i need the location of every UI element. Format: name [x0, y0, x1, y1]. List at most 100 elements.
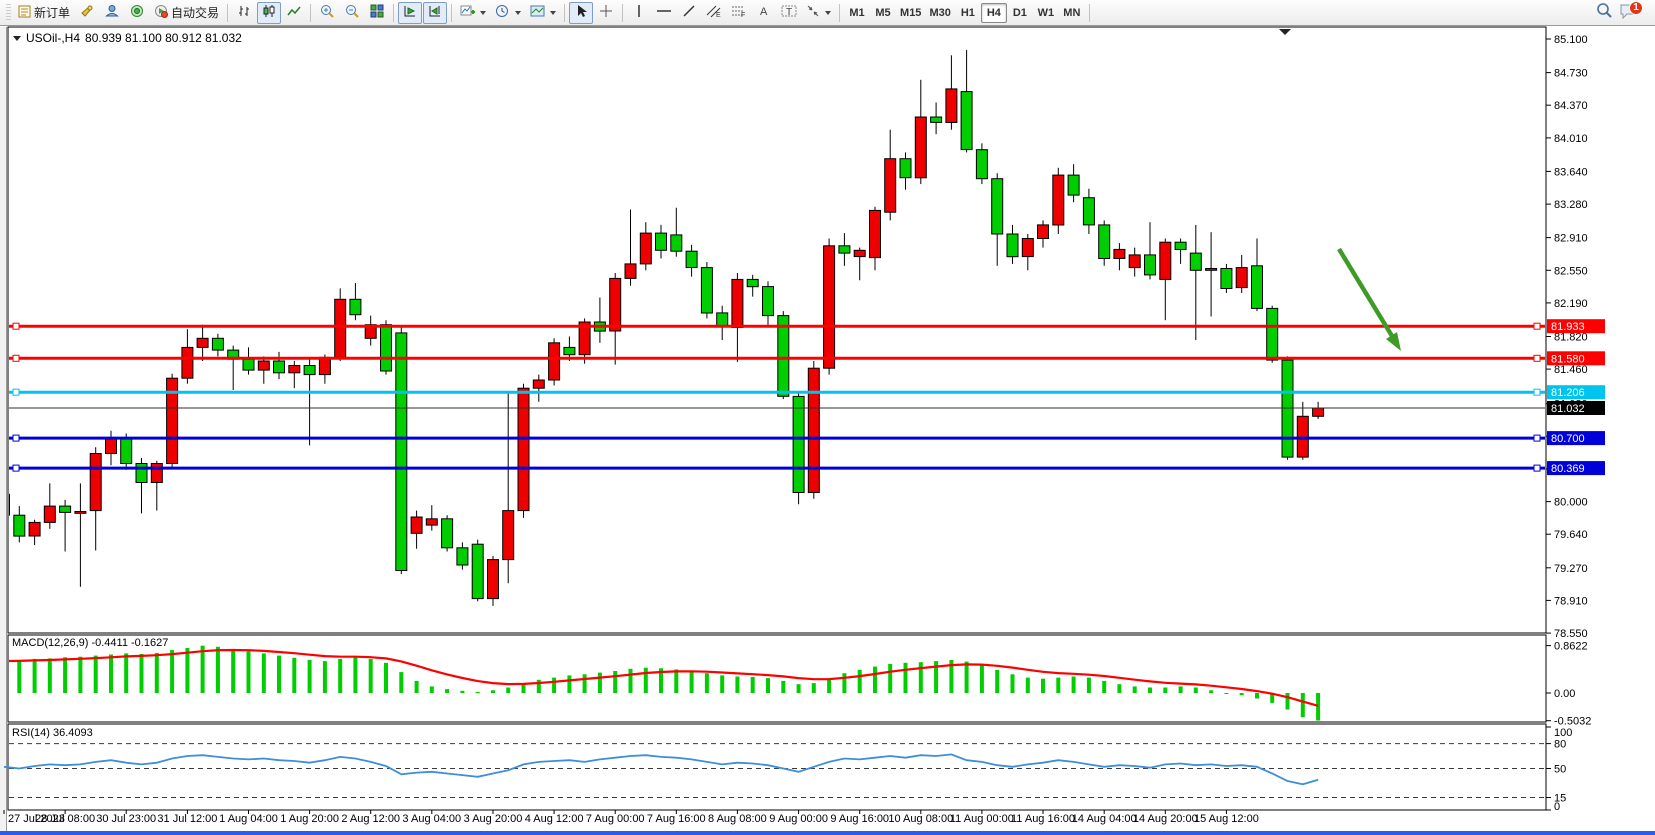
candle-body: [396, 333, 407, 571]
candle-body: [151, 464, 162, 483]
price-chip-label: 81.933: [1551, 321, 1585, 333]
candle-body: [212, 338, 223, 350]
candle-body: [289, 366, 300, 373]
candle-body: [1038, 225, 1049, 239]
line-handle[interactable]: [1534, 355, 1540, 361]
candle-body: [640, 233, 651, 264]
macd-bar: [491, 690, 495, 693]
macd-bar: [247, 651, 251, 693]
candle-body: [1252, 266, 1263, 309]
candle-body: [671, 235, 682, 251]
line-handle[interactable]: [13, 323, 19, 329]
candle-body: [136, 464, 147, 483]
price-tick-label: 83.640: [1554, 166, 1588, 178]
macd-bar: [1117, 684, 1121, 693]
line-handle[interactable]: [1534, 465, 1540, 471]
main-panel-border: [8, 27, 1546, 633]
candle-body: [1221, 269, 1232, 289]
candle-body: [1190, 253, 1201, 270]
line-handle[interactable]: [13, 355, 19, 361]
macd-bar: [583, 674, 587, 693]
price-tick-label: 84.370: [1554, 100, 1588, 112]
candle-body: [335, 299, 346, 357]
candle-body: [426, 519, 437, 525]
chart-canvas[interactable]: 85.10084.73084.37084.01083.64083.28082.9…: [0, 0, 1655, 835]
candle-body: [1099, 225, 1110, 259]
candle-body: [106, 438, 117, 453]
date-label: 11 Aug 00:00: [950, 813, 1014, 825]
candle-body: [457, 548, 468, 565]
macd-bar: [17, 660, 21, 693]
macd-bar: [109, 655, 113, 694]
line-handle[interactable]: [1534, 435, 1540, 441]
price-tick-label: 84.010: [1554, 133, 1588, 145]
price-chip-label: 81.032: [1551, 403, 1585, 415]
macd-bar: [995, 670, 999, 693]
macd-bar: [537, 680, 541, 693]
candle-body: [411, 517, 422, 533]
line-handle[interactable]: [13, 389, 19, 395]
mt4-window: 新订单 自动交易: [0, 0, 1655, 835]
macd-bar: [48, 658, 52, 693]
price-chip-label: 80.700: [1551, 433, 1585, 445]
line-handle[interactable]: [13, 435, 19, 441]
line-handle[interactable]: [1534, 389, 1540, 395]
candle-body: [1313, 408, 1324, 416]
candle-body: [656, 233, 667, 250]
macd-bar: [353, 657, 357, 693]
candle-body: [870, 210, 881, 257]
macd-bar: [292, 658, 296, 693]
macd-bar: [842, 673, 846, 693]
macd-bar: [323, 661, 327, 693]
macd-bar: [644, 668, 648, 693]
macd-bar: [980, 666, 984, 694]
price-tick-label: 85.100: [1554, 34, 1588, 46]
macd-bar: [460, 691, 464, 693]
macd-bar: [170, 650, 174, 693]
price-chip-label: 81.580: [1551, 353, 1585, 365]
macd-bar: [1133, 686, 1137, 693]
macd-bar: [888, 664, 892, 693]
date-label: 7 Aug 00:00: [586, 813, 645, 825]
candle-body: [915, 117, 926, 178]
date-label: 9 Aug 00:00: [769, 813, 828, 825]
candle-body: [1083, 198, 1094, 225]
price-tick-label: 78.550: [1554, 628, 1588, 640]
macd-bar: [308, 660, 312, 693]
macd-bar: [919, 662, 923, 693]
candle-body: [258, 361, 269, 370]
candle-body: [747, 279, 758, 286]
macd-panel-border: [8, 635, 1546, 722]
macd-bar: [873, 667, 877, 693]
line-handle[interactable]: [13, 465, 19, 471]
chart-symbol-period: USOil-,H4: [26, 31, 80, 45]
macd-bar: [766, 678, 770, 693]
date-label: 31 Jul 12:00: [157, 813, 217, 825]
price-tick-label: 82.190: [1554, 298, 1588, 310]
macd-bar: [552, 678, 556, 693]
candle-body: [564, 347, 575, 354]
candle-body: [182, 347, 193, 378]
rsi-axis-label: 100: [1554, 727, 1572, 739]
date-label: 3 Aug 20:00: [464, 813, 523, 825]
macd-bar: [201, 646, 205, 693]
macd-bar: [430, 686, 434, 693]
macd-bar: [2, 661, 6, 693]
candle-body: [839, 246, 850, 253]
macd-bar: [858, 670, 862, 693]
macd-bar: [1179, 686, 1183, 693]
date-label: 2 Aug 12:00: [341, 813, 400, 825]
date-label: 30 Jul 23:00: [96, 813, 156, 825]
macd-bar: [1148, 688, 1152, 694]
macd-bar: [1056, 678, 1060, 693]
macd-axis-label: 0.00: [1554, 688, 1575, 700]
macd-bar: [262, 653, 266, 693]
candle-body: [60, 506, 71, 512]
macd-bar: [506, 688, 510, 694]
chart-menu-icon[interactable]: [13, 36, 21, 41]
macd-bar: [613, 671, 617, 693]
price-tick-label: 84.730: [1554, 68, 1588, 80]
price-tick-label: 82.910: [1554, 233, 1588, 245]
candle-body: [533, 380, 544, 388]
line-handle[interactable]: [1534, 323, 1540, 329]
